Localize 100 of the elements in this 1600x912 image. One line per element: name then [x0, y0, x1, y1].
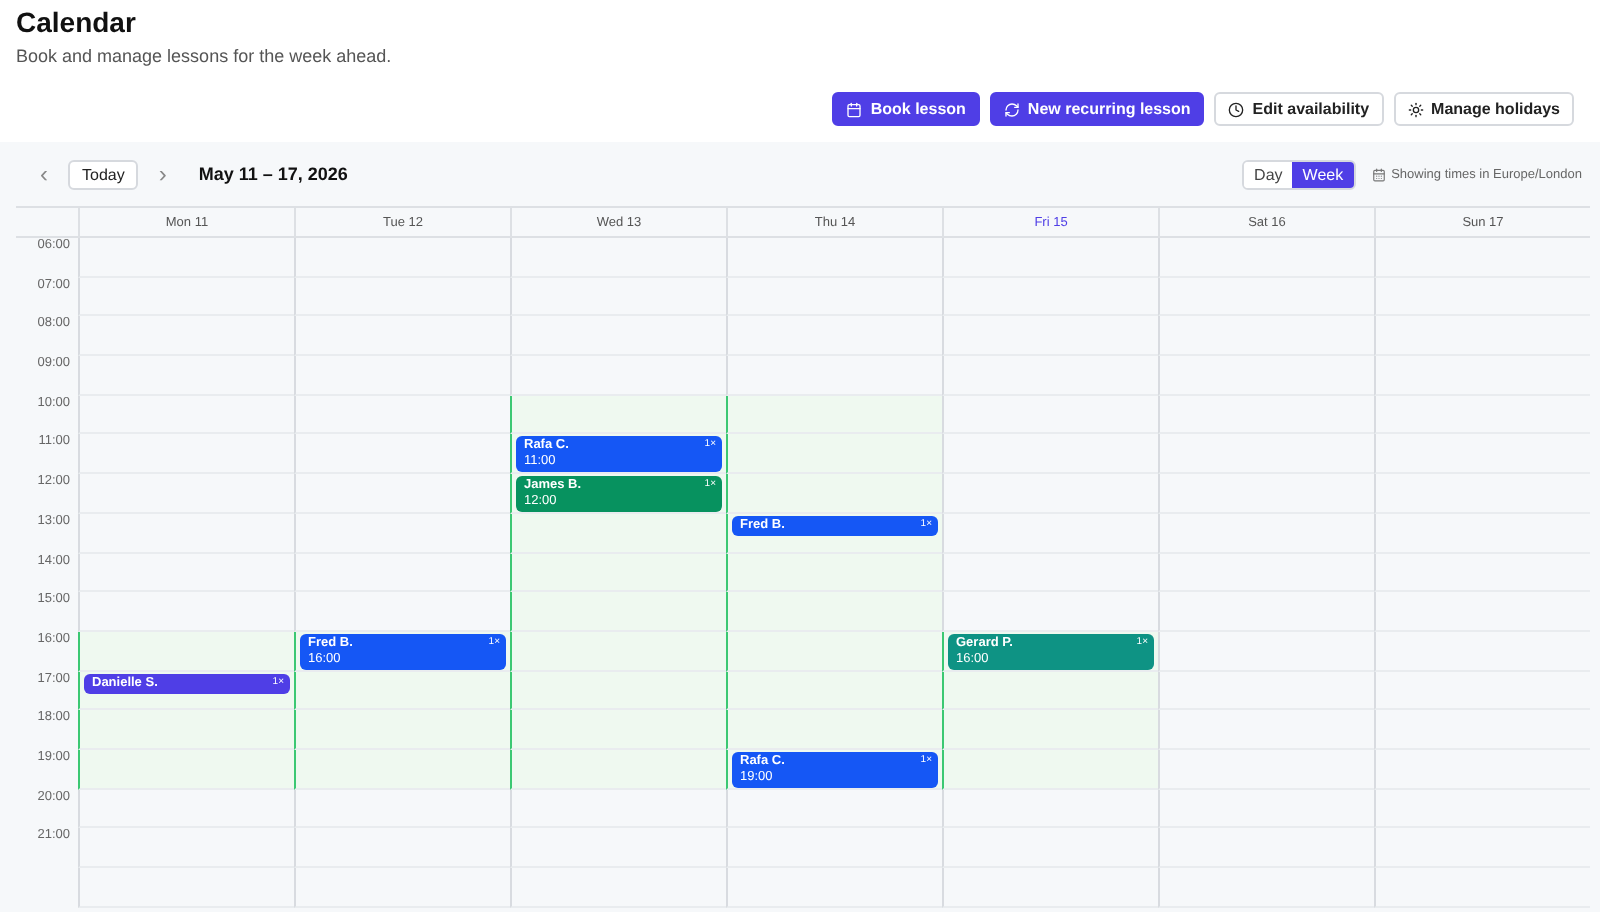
time-slot[interactable]	[78, 434, 294, 475]
time-slot[interactable]	[78, 592, 294, 632]
time-slot[interactable]	[1158, 553, 1374, 593]
time-slot[interactable]	[510, 828, 726, 868]
action-button[interactable]: New recurring lesson	[989, 92, 1205, 126]
time-slot[interactable]	[1374, 356, 1590, 396]
time-slot[interactable]	[726, 828, 942, 868]
time-slot[interactable]	[726, 356, 942, 396]
available-slot[interactable]	[78, 710, 294, 750]
time-slot[interactable]	[942, 316, 1158, 357]
available-slot[interactable]	[942, 749, 1158, 790]
time-slot[interactable]	[726, 316, 942, 357]
time-slot[interactable]	[1158, 277, 1374, 317]
time-slot[interactable]	[942, 277, 1158, 317]
available-slot[interactable]	[726, 553, 942, 593]
time-slot[interactable]	[78, 868, 294, 908]
available-slot[interactable]	[510, 513, 726, 553]
time-slot[interactable]	[1374, 749, 1590, 790]
available-slot[interactable]	[510, 553, 726, 593]
time-slot[interactable]	[1374, 710, 1590, 750]
time-slot[interactable]	[1374, 316, 1590, 357]
available-slot[interactable]	[726, 434, 942, 475]
time-slot[interactable]	[78, 513, 294, 553]
available-slot[interactable]	[942, 671, 1158, 711]
time-slot[interactable]	[294, 316, 510, 357]
time-slot[interactable]	[510, 238, 726, 278]
available-slot[interactable]	[942, 710, 1158, 750]
time-slot[interactable]	[1374, 828, 1590, 868]
time-slot[interactable]	[942, 513, 1158, 553]
time-slot[interactable]	[1158, 592, 1374, 632]
time-slot[interactable]	[1158, 631, 1374, 672]
time-slot[interactable]	[726, 868, 942, 908]
available-slot[interactable]	[726, 671, 942, 711]
time-slot[interactable]	[726, 238, 942, 278]
time-slot[interactable]	[78, 474, 294, 514]
available-slot[interactable]	[510, 395, 726, 435]
available-slot[interactable]	[78, 631, 294, 672]
available-slot[interactable]	[510, 671, 726, 711]
time-slot[interactable]	[294, 277, 510, 317]
time-slot[interactable]	[942, 434, 1158, 475]
time-slot[interactable]	[1158, 749, 1374, 790]
time-slot[interactable]	[942, 828, 1158, 868]
time-slot[interactable]	[1374, 238, 1590, 278]
time-slot[interactable]	[1158, 868, 1374, 908]
time-slot[interactable]	[1374, 513, 1590, 553]
time-slot[interactable]	[294, 553, 510, 593]
available-slot[interactable]	[510, 592, 726, 632]
time-slot[interactable]	[294, 828, 510, 868]
time-slot[interactable]	[510, 277, 726, 317]
time-slot[interactable]	[510, 868, 726, 908]
time-slot[interactable]	[1158, 238, 1374, 278]
time-slot[interactable]	[942, 356, 1158, 396]
next-button[interactable]: ›	[154, 160, 171, 188]
time-slot[interactable]	[1374, 474, 1590, 514]
action-button[interactable]: Manage holidays	[1393, 92, 1574, 126]
action-button[interactable]: Edit availability	[1214, 92, 1384, 126]
time-slot[interactable]	[294, 434, 510, 475]
available-slot[interactable]	[726, 631, 942, 672]
time-slot[interactable]	[1374, 395, 1590, 435]
time-slot[interactable]	[942, 553, 1158, 593]
time-slot[interactable]	[510, 356, 726, 396]
available-slot[interactable]	[726, 710, 942, 750]
time-slot[interactable]	[78, 316, 294, 357]
time-slot[interactable]	[1158, 671, 1374, 711]
time-slot[interactable]	[1374, 671, 1590, 711]
time-slot[interactable]	[294, 789, 510, 829]
time-slot[interactable]	[294, 474, 510, 514]
available-slot[interactable]	[294, 749, 510, 790]
time-slot[interactable]	[942, 592, 1158, 632]
time-slot[interactable]	[1374, 592, 1590, 632]
time-slot[interactable]	[294, 238, 510, 278]
time-slot[interactable]	[78, 356, 294, 396]
time-slot[interactable]	[1158, 828, 1374, 868]
view-toggle[interactable]: Week	[1292, 161, 1354, 187]
time-slot[interactable]	[1158, 789, 1374, 829]
time-slot[interactable]	[1374, 631, 1590, 672]
time-slot[interactable]	[726, 789, 942, 829]
time-slot[interactable]	[1374, 868, 1590, 908]
available-slot[interactable]	[726, 395, 942, 435]
time-slot[interactable]	[942, 868, 1158, 908]
time-slot[interactable]	[78, 553, 294, 593]
available-slot[interactable]	[726, 474, 942, 514]
time-slot[interactable]	[726, 277, 942, 317]
available-slot[interactable]	[510, 710, 726, 750]
time-slot[interactable]	[78, 277, 294, 317]
time-slot[interactable]	[1158, 710, 1374, 750]
time-slot[interactable]	[1158, 395, 1374, 435]
time-slot[interactable]	[294, 513, 510, 553]
time-slot[interactable]	[510, 316, 726, 357]
available-slot[interactable]	[510, 631, 726, 672]
previous-button[interactable]: ‹	[36, 160, 52, 188]
time-slot[interactable]	[1158, 434, 1374, 475]
time-slot[interactable]	[510, 789, 726, 829]
time-slot[interactable]	[294, 395, 510, 435]
time-slot[interactable]	[1158, 513, 1374, 553]
time-slot[interactable]	[942, 395, 1158, 435]
time-slot[interactable]	[78, 395, 294, 435]
time-slot[interactable]	[78, 828, 294, 868]
time-slot[interactable]	[294, 356, 510, 396]
available-slot[interactable]	[294, 671, 510, 711]
